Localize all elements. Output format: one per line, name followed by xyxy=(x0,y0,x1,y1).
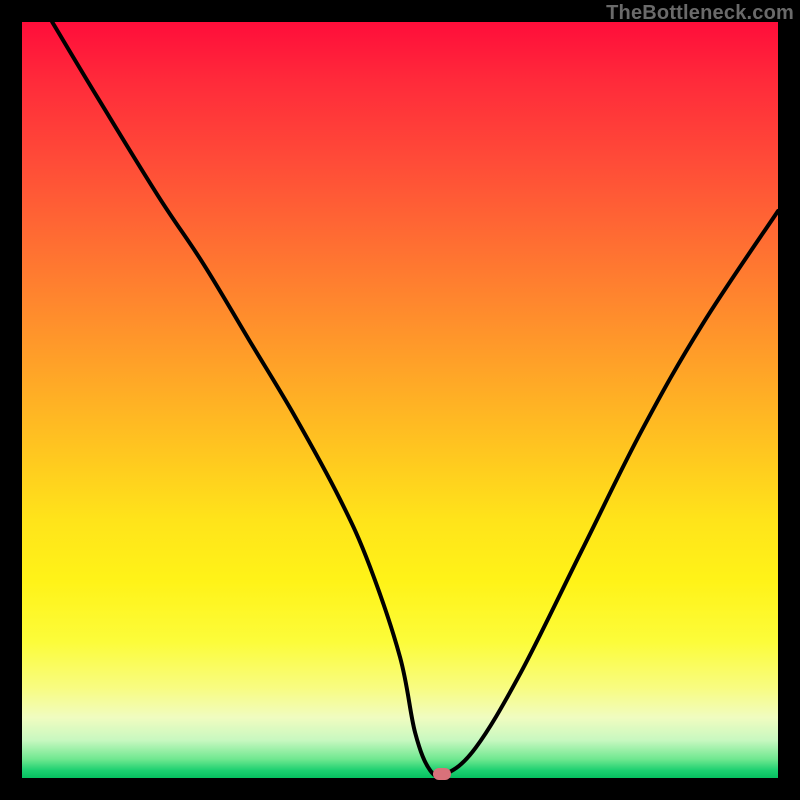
optimal-point-marker xyxy=(433,768,451,780)
plot-area xyxy=(22,22,778,778)
curve-svg xyxy=(22,22,778,778)
chart-container: TheBottleneck.com xyxy=(0,0,800,800)
bottleneck-curve xyxy=(52,22,778,777)
